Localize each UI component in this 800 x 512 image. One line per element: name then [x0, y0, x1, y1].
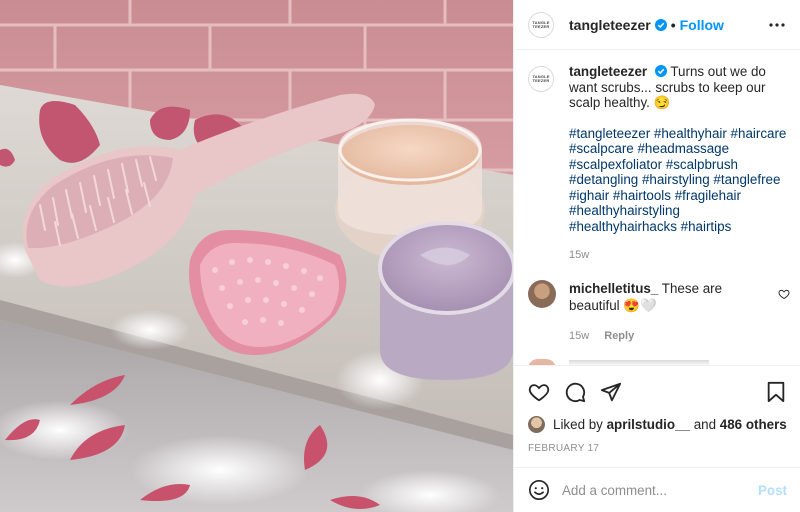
- share-icon[interactable]: [600, 381, 622, 403]
- heart-icon[interactable]: [528, 381, 550, 403]
- bookmark-icon[interactable]: [766, 381, 786, 403]
- verified-badge-icon: [654, 65, 667, 77]
- comment-meta: 15w Reply: [569, 330, 790, 342]
- post-image[interactable]: [0, 0, 513, 512]
- comment-item: michelletitus_ These are beautiful 😍🤍 15…: [528, 280, 790, 342]
- comment-body: michelletitus_ These are beautiful 😍🤍: [569, 280, 769, 314]
- reply-button[interactable]: Reply: [604, 330, 634, 342]
- caption-username[interactable]: tangleteezer: [569, 64, 647, 79]
- instagram-post-view: TANGLE TEEZER tangleteezer • Follow TANG…: [0, 0, 800, 512]
- caption-age: 15w: [569, 249, 590, 261]
- comment-username[interactable]: michelletitus_: [569, 281, 658, 296]
- action-bar: [514, 365, 800, 417]
- likes-summary: Liked by aprilstudio__ and 486 others: [528, 416, 787, 433]
- liker-avatar[interactable]: [528, 416, 545, 433]
- post-caption: TANGLE TEEZER tangleteezer Turns out we …: [528, 64, 788, 264]
- comment-age: 15w: [569, 330, 590, 342]
- post-header: TANGLE TEEZER tangleteezer • Follow: [514, 0, 800, 50]
- comment-icon[interactable]: [564, 381, 586, 403]
- caption-body: tangleteezer Turns out we do want scrubs…: [569, 64, 788, 264]
- post-comment-button[interactable]: Post: [758, 483, 787, 498]
- likes-prefix: Liked by: [553, 417, 603, 432]
- caption-hashtags[interactable]: #tangleteezer #healthyhair #haircare #sc…: [569, 126, 788, 235]
- verified-badge-icon: [654, 18, 667, 31]
- commenter-avatar[interactable]: [528, 280, 556, 308]
- likes-others[interactable]: 486 others: [720, 417, 787, 432]
- comment-input[interactable]: [562, 482, 742, 498]
- follow-button[interactable]: Follow: [680, 17, 724, 33]
- post-image-illustration: [0, 0, 513, 512]
- header-username[interactable]: tangleteezer: [569, 17, 651, 33]
- likes-user[interactable]: aprilstudio__: [607, 417, 690, 432]
- more-options-icon[interactable]: [769, 17, 785, 33]
- heart-icon[interactable]: [778, 288, 790, 300]
- separator-dot: •: [670, 16, 676, 33]
- comments-scroll-area[interactable]: TANGLE TEEZER tangleteezer Turns out we …: [514, 51, 800, 365]
- post-side-panel: TANGLE TEEZER tangleteezer • Follow TANG…: [513, 0, 800, 512]
- post-date[interactable]: FEBRUARY 17: [528, 443, 599, 454]
- caption-avatar[interactable]: TANGLE TEEZER: [528, 66, 554, 92]
- add-comment-bar: Post: [514, 467, 800, 512]
- account-avatar[interactable]: TANGLE TEEZER: [528, 11, 554, 38]
- emoji-icon[interactable]: [528, 479, 550, 501]
- likes-joiner: and: [693, 417, 717, 432]
